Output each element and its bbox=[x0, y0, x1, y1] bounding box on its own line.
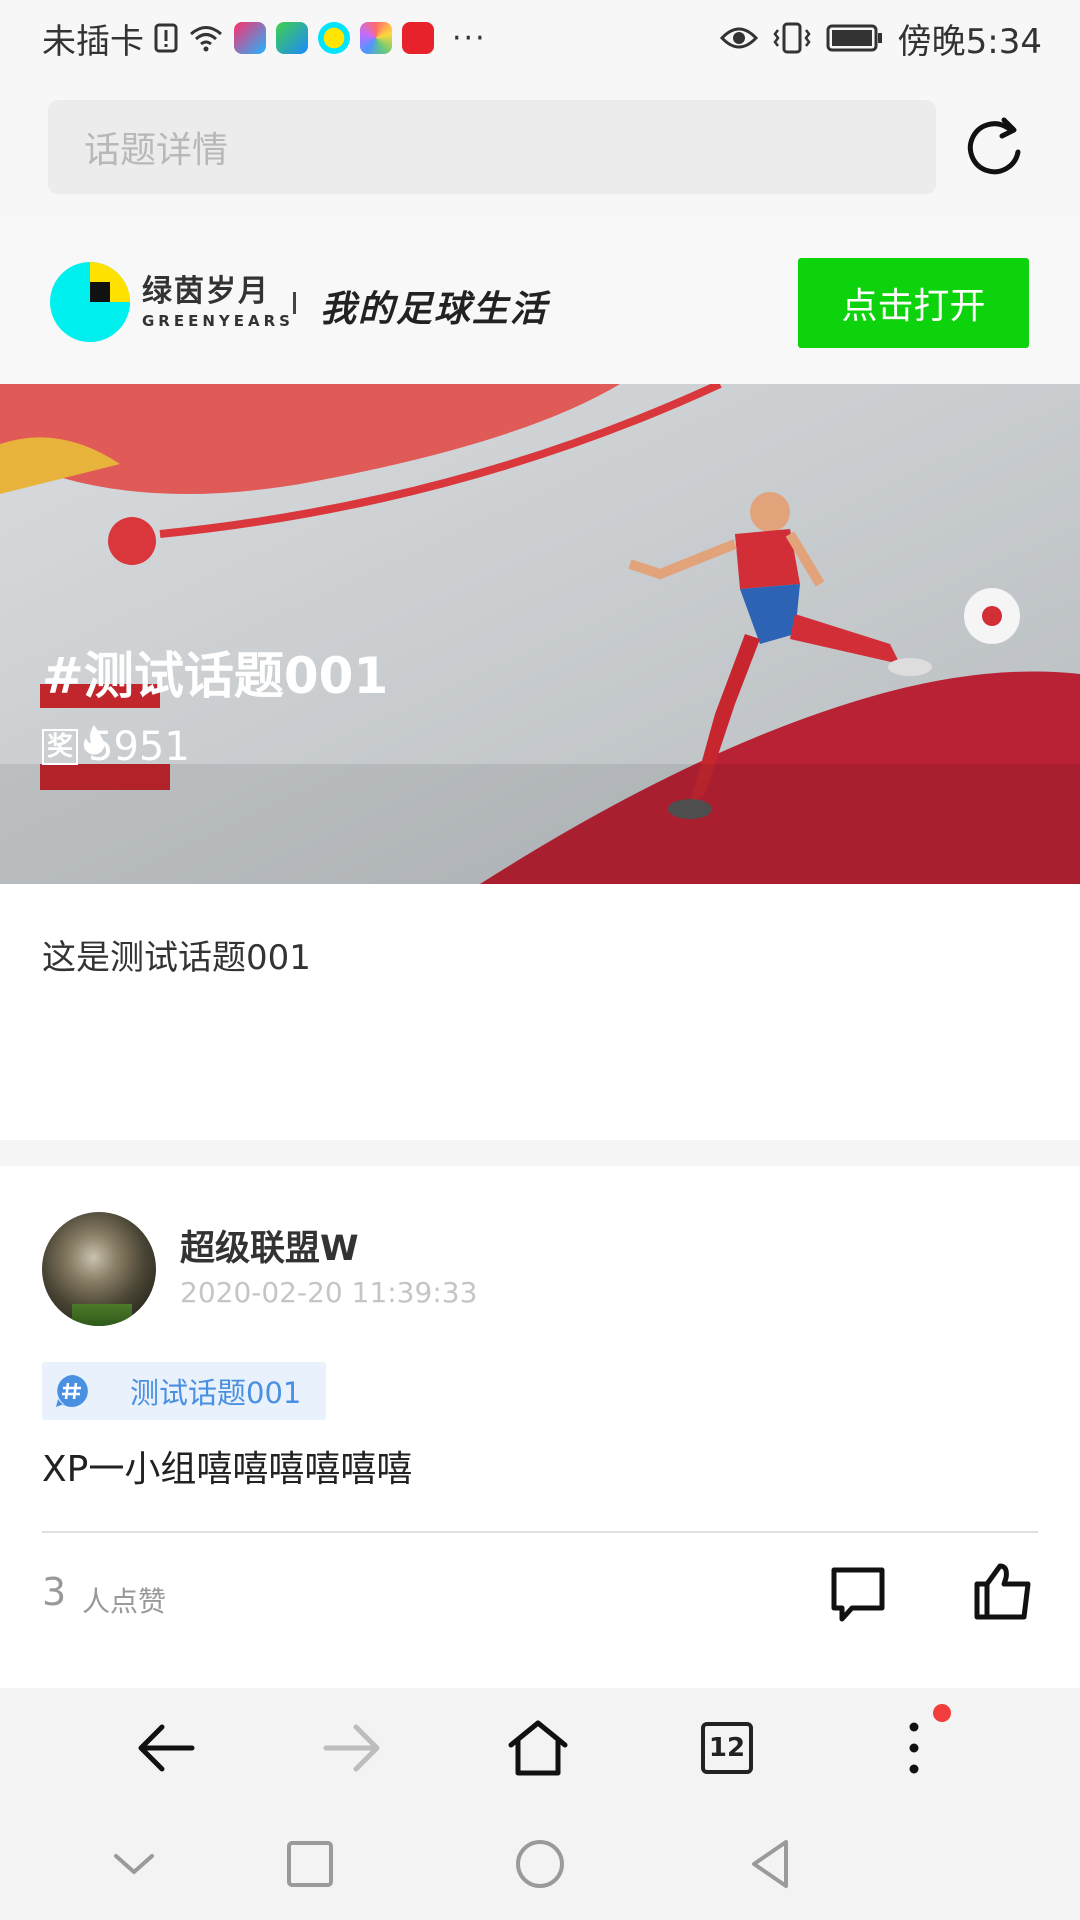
avatar[interactable] bbox=[42, 1212, 156, 1326]
post-timestamp: 2020-02-20 11:39:33 bbox=[180, 1276, 478, 1309]
news-app-icon bbox=[402, 22, 434, 54]
eye-icon bbox=[719, 27, 758, 49]
more-notifications: ··· bbox=[452, 20, 487, 56]
battery-icon bbox=[826, 24, 882, 52]
topic-tag-label: 测试话题001 bbox=[130, 1376, 302, 1410]
app-download-banner: 绿茵岁月 GREENYEARS 我的足球生活 点击打开 bbox=[0, 222, 1080, 384]
thumb-up-icon[interactable] bbox=[974, 1562, 1032, 1620]
hero-illustration bbox=[0, 384, 1080, 884]
forward-button[interactable] bbox=[320, 1716, 384, 1780]
sim-alert-icon bbox=[154, 23, 178, 53]
like-count-suffix: 人点赞 bbox=[82, 1585, 167, 1618]
youku-app-icon bbox=[234, 22, 266, 54]
status-bar: 未插卡 ··· 傍晚5:34 bbox=[0, 0, 1080, 76]
carrier-label: 未插卡 bbox=[42, 21, 144, 62]
back-arrow-icon bbox=[138, 1724, 195, 1772]
more-vertical-icon bbox=[909, 1722, 919, 1774]
brand-separator bbox=[293, 292, 296, 314]
home-button[interactable] bbox=[506, 1716, 570, 1780]
greenyears-app-icon bbox=[318, 22, 350, 54]
brand-name-en: GREENYEARS bbox=[142, 312, 294, 330]
refresh-icon[interactable] bbox=[962, 114, 1030, 182]
greenyears-logo bbox=[50, 262, 130, 342]
slogan: 我的足球生活 bbox=[320, 289, 549, 330]
fire-icon bbox=[83, 725, 105, 755]
section-divider bbox=[0, 1140, 1080, 1166]
back-triangle-icon[interactable] bbox=[742, 1836, 798, 1892]
tabs-count: 12 bbox=[701, 1722, 753, 1774]
topic-title: #测试话题001 bbox=[42, 647, 389, 705]
search-input[interactable]: 话题详情 bbox=[48, 100, 936, 194]
wifi-icon bbox=[190, 26, 222, 52]
clock: 傍晚5:34 bbox=[897, 21, 1042, 62]
topic-description: 这是测试话题001 bbox=[42, 938, 311, 978]
photos-app-icon bbox=[360, 22, 392, 54]
tabs-button[interactable]: 12 bbox=[695, 1716, 759, 1780]
chevron-down-icon[interactable] bbox=[106, 1836, 162, 1892]
post-text: XP一小组嘻嘻嘻嘻嘻嘻 bbox=[42, 1449, 413, 1490]
comment-icon[interactable] bbox=[830, 1566, 886, 1624]
topic-tag[interactable]: 测试话题001 bbox=[42, 1362, 326, 1420]
card-divider bbox=[42, 1531, 1038, 1533]
open-app-button[interactable]: 点击打开 bbox=[798, 258, 1029, 348]
notification-dot bbox=[933, 1704, 951, 1722]
vibrate-icon bbox=[773, 22, 811, 54]
topic-stats: 奖 5951 bbox=[42, 724, 190, 770]
system-nav-bar bbox=[0, 1806, 1080, 1920]
menu-button[interactable] bbox=[882, 1716, 946, 1780]
award-badge-icon: 奖 bbox=[42, 729, 78, 765]
recent-apps-icon[interactable] bbox=[282, 1836, 338, 1892]
topic-hero-banner: #测试话题001 奖 5951 bbox=[0, 384, 1080, 884]
forward-arrow-icon bbox=[323, 1724, 380, 1772]
video-app-icon bbox=[276, 22, 308, 54]
post-username[interactable]: 超级联盟W bbox=[180, 1220, 359, 1271]
browser-toolbar: 12 bbox=[0, 1688, 1080, 1806]
like-count: 3 bbox=[42, 1570, 67, 1614]
hash-icon bbox=[56, 1375, 88, 1407]
top-bar: 话题详情 bbox=[0, 76, 1080, 222]
brand-name-cn: 绿茵岁月 bbox=[142, 274, 270, 309]
home-circle-icon[interactable] bbox=[512, 1836, 568, 1892]
back-button[interactable] bbox=[134, 1716, 198, 1780]
home-icon bbox=[508, 1720, 568, 1776]
